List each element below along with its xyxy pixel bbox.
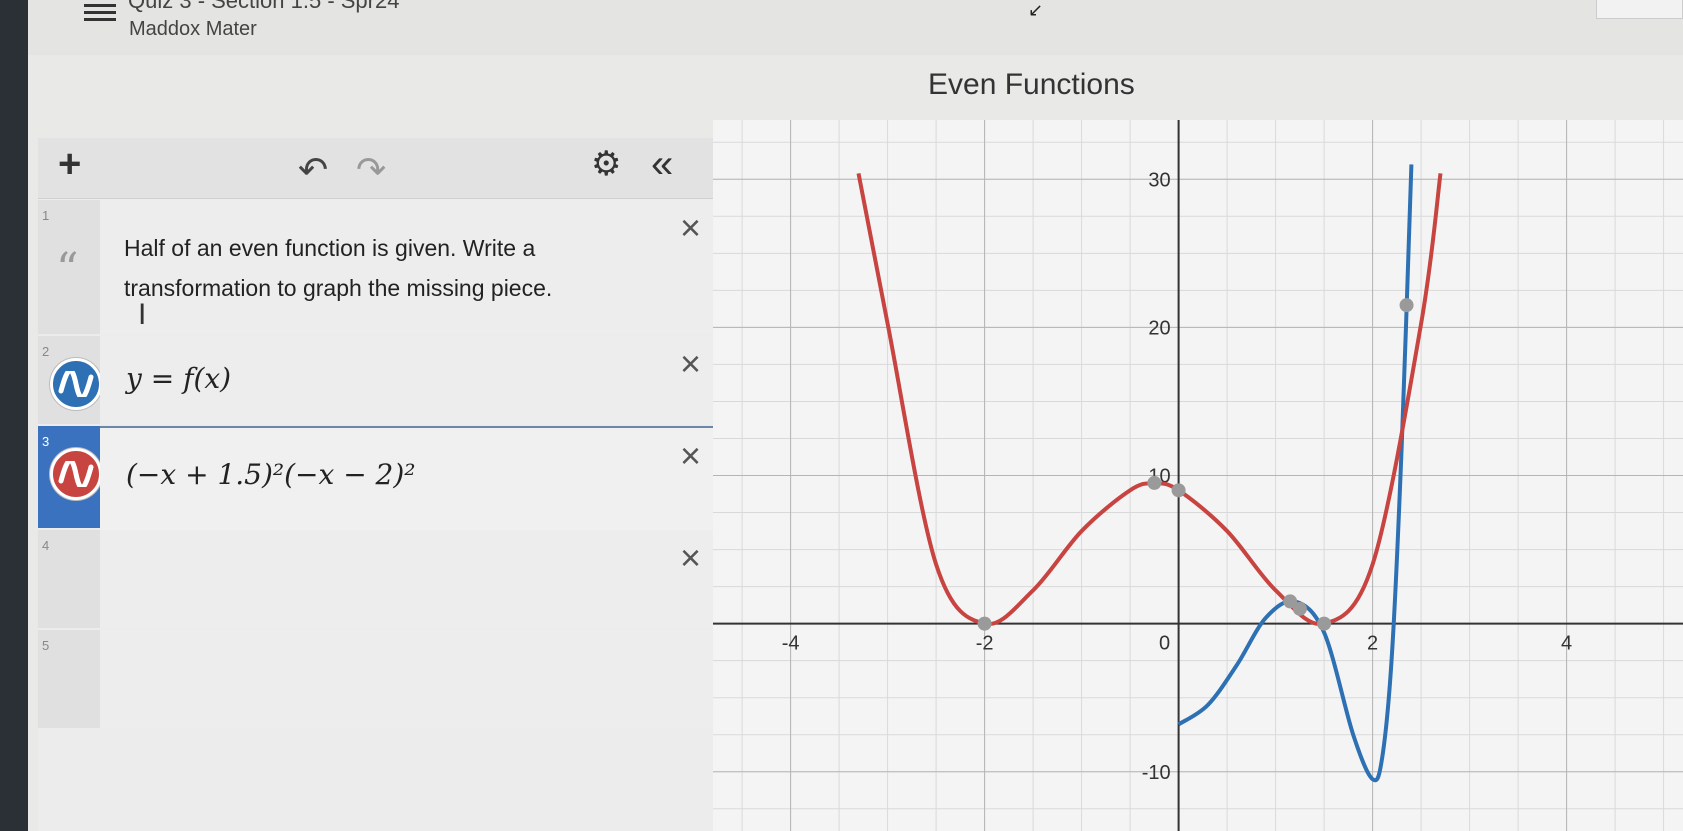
graph-title: Even Functions	[928, 68, 1135, 101]
x-tick-label: -2	[976, 633, 994, 655]
row-number: 2	[42, 344, 50, 359]
delete-row-button[interactable]: ×	[680, 346, 701, 382]
mouse-cursor-icon: ↙	[1028, 0, 1044, 20]
collapse-panel-button[interactable]: «	[651, 144, 673, 184]
delete-row-button[interactable]: ×	[680, 540, 701, 576]
graph-point	[1147, 475, 1162, 490]
row-number: 5	[42, 638, 50, 653]
row-gutter: 1 “	[38, 200, 100, 334]
note-cell[interactable]: Half of an even function is given. Write…	[100, 200, 713, 334]
y-tick-label: -10	[1142, 762, 1171, 784]
user-name: Maddox Mater	[129, 18, 257, 40]
row-gutter: 2	[38, 336, 102, 424]
expression-cell[interactable]: (−x + 1.5)²(−x − 2)² ×	[100, 426, 713, 532]
delete-row-button[interactable]: ×	[680, 210, 701, 246]
expression-row-5[interactable]: 5	[38, 630, 713, 728]
row-gutter: 3	[38, 426, 102, 528]
x-tick-label: 4	[1561, 633, 1572, 655]
row-gutter: 4	[38, 530, 100, 628]
graph-point	[977, 616, 992, 631]
x-tick-label: 0	[1159, 633, 1170, 655]
expression-math[interactable]: (−x + 1.5)²(−x − 2)²	[126, 458, 416, 491]
graph-point	[1292, 601, 1307, 616]
settings-gear-icon[interactable]: ⚙	[591, 147, 621, 181]
expression-row-4[interactable]: 4 ×	[38, 530, 713, 628]
empty-expression-cell[interactable]: ×	[100, 530, 713, 628]
quiz-title: Quiz 3 - Section 1.5 - Spr24	[128, 0, 400, 13]
graph-point	[1171, 483, 1186, 498]
note-text[interactable]: Half of an even function is given. Write…	[124, 228, 594, 308]
quote-icon: “	[56, 244, 79, 295]
graph-point	[1399, 298, 1414, 313]
expression-row-3[interactable]: 3 (−x + 1.5)²(−x − 2)² ×	[38, 426, 713, 532]
top-bar: Quiz 3 - Section 1.5 - Spr24 Maddox Mate…	[28, 0, 1683, 55]
top-right-button[interactable]	[1596, 0, 1683, 19]
row-number: 1	[42, 208, 50, 223]
text-cursor-icon: I	[138, 298, 147, 331]
row-number: 3	[42, 434, 50, 449]
expression-row-2[interactable]: 2 y = f(x) ×	[38, 336, 713, 424]
row-number: 4	[42, 538, 50, 553]
x-tick-label: -4	[782, 633, 800, 655]
expression-panel: + ↶ ↷ ⚙ « 1 “ Half of an even function i…	[38, 138, 713, 831]
delete-row-button[interactable]: ×	[680, 438, 701, 474]
graph-canvas[interactable]: -4 -2 0 2 4302010-10	[713, 120, 1683, 831]
expression-row-1[interactable]: 1 “ Half of an even function is given. W…	[38, 200, 713, 334]
expression-cell[interactable]: y = f(x) ×	[100, 336, 713, 424]
hamburger-menu-icon[interactable]	[84, 0, 116, 22]
undo-button[interactable]: ↶	[298, 152, 328, 188]
wave-icon[interactable]	[50, 448, 102, 500]
empty-expression-cell[interactable]	[100, 630, 713, 728]
graph-point	[1317, 616, 1332, 631]
add-item-button[interactable]: +	[58, 144, 81, 184]
y-tick-label: 20	[1148, 317, 1170, 339]
expression-toolbar: + ↶ ↷ ⚙ «	[38, 138, 713, 199]
redo-button[interactable]: ↷	[356, 152, 386, 188]
app-screen: Quiz 3 - Section 1.5 - Spr24 Maddox Mate…	[28, 0, 1683, 831]
x-tick-label: 2	[1367, 633, 1378, 655]
y-tick-label: 30	[1148, 169, 1170, 191]
wave-icon[interactable]	[50, 358, 102, 410]
row-gutter: 5	[38, 630, 100, 728]
expression-math[interactable]: y = f(x)	[126, 362, 231, 395]
